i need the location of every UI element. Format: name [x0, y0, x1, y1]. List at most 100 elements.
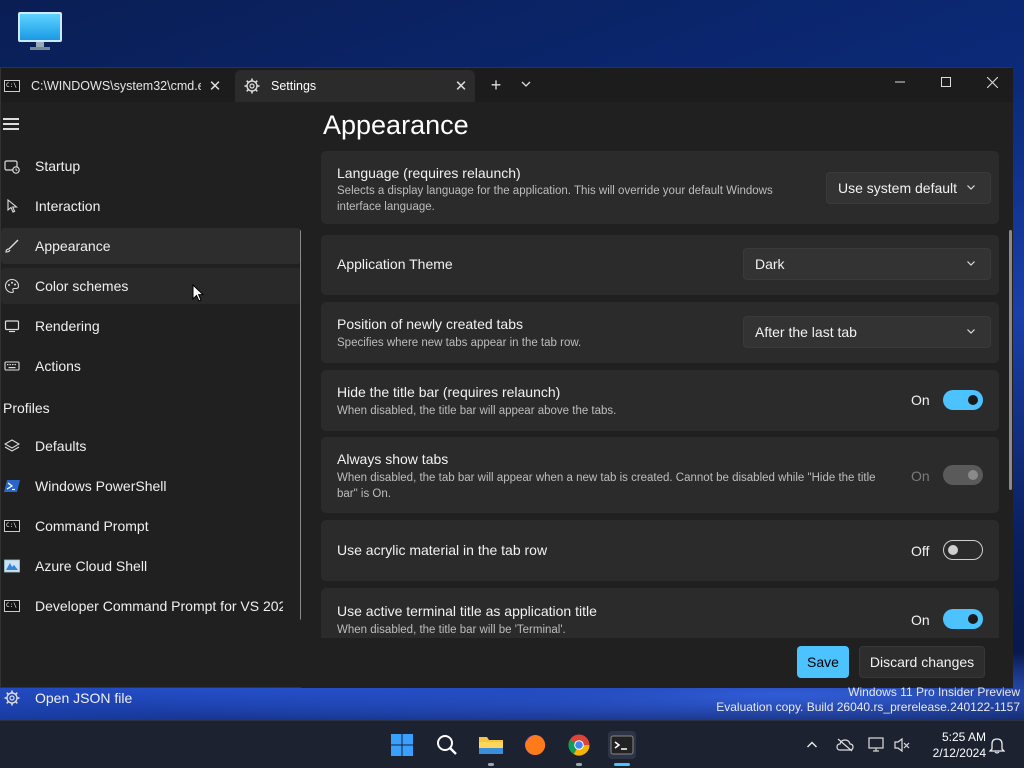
windows-logo-icon: [391, 734, 413, 756]
layers-icon: [3, 437, 21, 455]
search-button[interactable]: [433, 731, 461, 759]
chevron-down-icon: [967, 261, 975, 266]
sidebar-item-label: Developer Command Prompt for VS 202: [35, 598, 283, 614]
setting-title: Language (requires relaunch): [337, 165, 521, 181]
sidebar-item-label: Startup: [35, 158, 81, 174]
sidebar-item-command-prompt[interactable]: C:\ Command Prompt: [1, 508, 301, 544]
taskbar: 5:25 AM 2/12/2024: [0, 720, 1024, 768]
show-hidden-icons-button[interactable]: [801, 733, 823, 757]
sidebar-item-rendering[interactable]: Rendering: [1, 308, 301, 344]
tab-dropdown-button[interactable]: [515, 76, 537, 96]
save-button[interactable]: Save: [797, 646, 849, 678]
theme-dropdown[interactable]: Dark: [743, 248, 991, 280]
new-tab-button[interactable]: +: [485, 76, 507, 96]
open-json-label: Open JSON file: [35, 690, 133, 706]
chevron-up-icon: [807, 741, 817, 748]
tab-settings[interactable]: Settings ✕: [235, 70, 475, 102]
new-tab-position-dropdown[interactable]: After the last tab: [743, 316, 991, 348]
sidebar-item-label: Appearance: [35, 238, 111, 254]
minimize-button[interactable]: [877, 68, 923, 96]
page-title: Appearance: [323, 110, 469, 140]
start-button[interactable]: [388, 731, 416, 759]
clock-time: 5:25 AM: [941, 730, 986, 744]
sidebar-item-startup[interactable]: Startup: [1, 148, 301, 184]
network-tray-button[interactable]: [866, 733, 888, 757]
close-window-button[interactable]: [969, 68, 1015, 96]
tab-title: Settings: [271, 79, 317, 93]
maximize-button[interactable]: [923, 68, 969, 96]
chrome-icon: [568, 734, 590, 756]
setting-description: When disabled, the title bar will be 'Te…: [337, 624, 566, 636]
sidebar-item-label: Azure Cloud Shell: [35, 558, 148, 574]
taskbar-clock[interactable]: 5:25 AM 2/12/2024: [920, 729, 986, 761]
search-icon: [437, 735, 457, 755]
folder-icon: [479, 737, 503, 754]
always-show-tabs-toggle: [943, 465, 983, 485]
sidebar-item-label: Actions: [35, 358, 81, 374]
sidebar-item-defaults[interactable]: Defaults: [1, 428, 301, 464]
hide-title-bar-toggle[interactable]: [943, 390, 983, 410]
setting-description: When disabled, the title bar will appear…: [337, 405, 617, 417]
terminal-taskbar-button[interactable]: [608, 731, 636, 759]
sidebar-item-interaction[interactable]: Interaction: [1, 188, 301, 224]
dropdown-value: After the last tab: [755, 324, 857, 340]
sidebar-item-label: Defaults: [35, 438, 87, 454]
hamburger-menu-icon[interactable]: [3, 118, 19, 130]
volume-tray-button[interactable]: [891, 733, 913, 757]
this-pc-desktop-icon[interactable]: [18, 12, 62, 50]
sidebar-item-appearance[interactable]: Appearance: [1, 228, 301, 264]
sidebar-item-label: Color schemes: [35, 278, 129, 294]
gear-icon: [243, 78, 261, 94]
sidebar-item-actions[interactable]: Actions: [1, 348, 301, 384]
setting-acrylic-tab-row: Use acrylic material in the tab row Off: [321, 520, 999, 581]
terminal-icon: [610, 735, 634, 755]
sidebar-item-windows-powershell[interactable]: Windows PowerShell: [1, 468, 301, 504]
gear-icon: [3, 689, 21, 707]
sidebar-item-developer-command-prompt[interactable]: C:\ Developer Command Prompt for VS 202: [1, 588, 301, 624]
cmd-icon: C:\: [3, 517, 21, 535]
open-json-file-button[interactable]: Open JSON file: [1, 680, 301, 716]
firefox-button[interactable]: [521, 731, 549, 759]
setting-description: Selects a display language for the appli…: [337, 185, 773, 213]
setting-language: Language (requires relaunch) Selects a d…: [321, 151, 999, 224]
bell-icon: [989, 738, 1005, 754]
content-scrollbar[interactable]: [1009, 230, 1012, 490]
toggle-state-label: Off: [911, 543, 930, 559]
sidebar-item-color-schemes[interactable]: Color schemes: [1, 268, 301, 304]
discard-changes-button[interactable]: Discard changes: [859, 646, 985, 678]
acrylic-tab-row-toggle[interactable]: [943, 540, 983, 560]
cloud-icon: [836, 738, 854, 752]
notifications-button[interactable]: [986, 733, 1008, 757]
chrome-button[interactable]: [565, 731, 593, 759]
settings-content: Appearance Language (requires relaunch) …: [301, 102, 1013, 688]
settings-footer: Save Discard changes: [301, 638, 1013, 688]
tab-cmd[interactable]: C:\ C:\WINDOWS\system32\cmd.exe ✕: [1, 70, 229, 102]
chevron-down-icon: [967, 185, 975, 190]
sidebar-item-label: Rendering: [35, 318, 100, 334]
brush-icon: [3, 237, 21, 255]
maximize-icon: [941, 77, 951, 87]
setting-title: Application Theme: [337, 256, 453, 272]
setting-new-tab-position: Position of newly created tabs Specifies…: [321, 302, 999, 363]
terminal-window: C:\ C:\WINDOWS\system32\cmd.exe ✕ Settin…: [0, 67, 1015, 706]
language-dropdown[interactable]: Use system default: [826, 172, 991, 204]
file-explorer-button[interactable]: [477, 731, 505, 759]
sidebar-item-azure-cloud-shell[interactable]: Azure Cloud Shell: [1, 548, 301, 584]
settings-sidebar: Startup Interaction Appearance Color sch…: [1, 102, 303, 706]
cmd-icon: C:\: [3, 79, 21, 93]
toggle-state-label: On: [911, 612, 930, 628]
tab-title: C:\WINDOWS\system32\cmd.exe: [31, 79, 201, 93]
active-terminal-title-toggle[interactable]: [943, 609, 983, 629]
cmd-icon: C:\: [3, 597, 21, 615]
close-tab-button[interactable]: ✕: [201, 77, 229, 95]
powershell-icon: [3, 477, 21, 495]
keyboard-icon: [3, 357, 21, 375]
watermark-line-2: Evaluation copy. Build 26040.rs_prerelea…: [716, 700, 1020, 714]
firefox-icon: [525, 734, 546, 755]
setting-title: Use acrylic material in the tab row: [337, 542, 548, 558]
monitor-icon: [3, 317, 21, 335]
setting-hide-title-bar: Hide the title bar (requires relaunch) W…: [321, 370, 999, 431]
speaker-muted-icon: [894, 737, 910, 753]
close-tab-button[interactable]: ✕: [447, 77, 475, 95]
onedrive-tray-button[interactable]: [834, 733, 856, 757]
